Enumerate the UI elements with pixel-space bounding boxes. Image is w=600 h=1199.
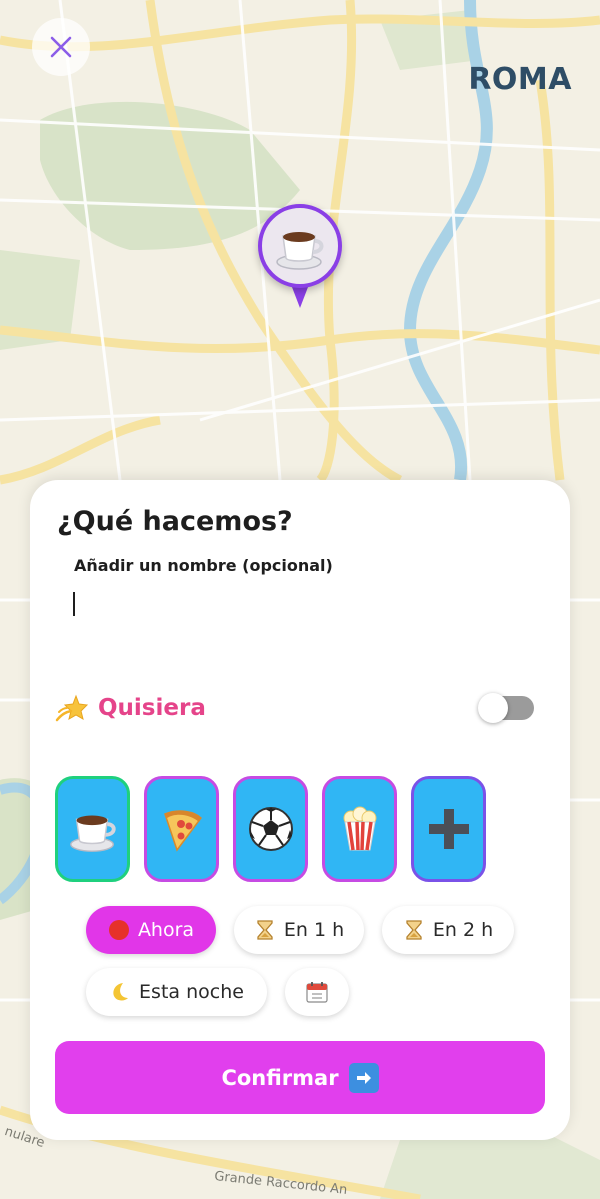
confirm-button[interactable]: Confirmar xyxy=(55,1041,545,1114)
hourglass-icon xyxy=(406,920,422,940)
name-input[interactable] xyxy=(70,584,530,628)
activity-soccer-button[interactable] xyxy=(233,776,308,882)
activity-pizza-button[interactable] xyxy=(144,776,219,882)
soccer-ball-icon xyxy=(248,807,293,851)
city-label: ROMA xyxy=(468,62,572,97)
time-1h-chip[interactable]: En 1 h xyxy=(234,906,364,954)
calendar-button[interactable] xyxy=(285,968,349,1016)
crescent-moon-icon xyxy=(113,983,129,1001)
wish-toggle[interactable] xyxy=(478,693,534,723)
time-2h-chip[interactable]: En 2 h xyxy=(382,906,514,954)
toggle-knob xyxy=(478,693,508,723)
pin-badge xyxy=(258,204,342,288)
calendar-icon xyxy=(306,982,328,1003)
activity-cinema-button[interactable] xyxy=(322,776,397,882)
close-icon xyxy=(50,36,72,58)
coffee-icon xyxy=(276,232,324,270)
coffee-icon xyxy=(69,815,116,852)
activity-coffee-button[interactable] xyxy=(55,776,130,882)
time-tonight-chip[interactable]: Esta noche xyxy=(86,968,267,1016)
pizza-icon xyxy=(163,810,202,852)
red-circle-icon xyxy=(108,920,129,940)
wish-row: Quisiera xyxy=(54,686,534,730)
activity-picker xyxy=(55,776,500,882)
confirm-label: Confirmar xyxy=(221,1065,339,1090)
name-field-label: Añadir un nombre (opcional) xyxy=(74,556,333,575)
map-pin[interactable] xyxy=(258,204,342,310)
plus-icon xyxy=(428,809,469,849)
sheet-title: ¿Qué hacemos? xyxy=(57,506,293,537)
time-1h-label: En 1 h xyxy=(283,919,345,941)
activity-add-button[interactable] xyxy=(411,776,486,882)
hourglass-icon xyxy=(257,920,273,940)
dizzy-star-icon xyxy=(55,694,89,722)
wish-label: Quisiera xyxy=(98,695,206,721)
time-now-chip[interactable]: Ahora xyxy=(86,906,216,954)
time-2h-label: En 2 h xyxy=(432,919,494,941)
popcorn-icon xyxy=(343,806,376,851)
time-options-row: Ahora En 1 h En 2 h xyxy=(86,906,532,954)
text-caret xyxy=(73,592,75,616)
arrow-right-icon xyxy=(348,1062,379,1093)
time-tonight-label: Esta noche xyxy=(139,981,244,1003)
close-button[interactable] xyxy=(32,18,90,76)
activity-sheet: ¿Qué hacemos? Añadir un nombre (opcional… xyxy=(30,480,570,1140)
time-now-label: Ahora xyxy=(137,919,195,941)
time-options-row: Esta noche xyxy=(86,968,367,1016)
